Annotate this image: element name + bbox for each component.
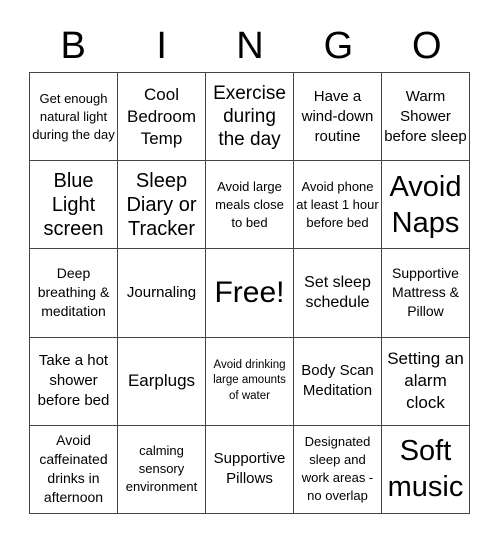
cell-text: Warm Shower before sleep (384, 87, 467, 145)
header-letter-i: I (156, 25, 167, 67)
cell-text: Body Scan Meditation (301, 362, 374, 400)
cell-text: Take a hot shower before bed (37, 352, 110, 410)
cell-text: Journaling (126, 283, 197, 301)
bingo-cell[interactable]: Supportive Mattress & Pillow (382, 249, 470, 338)
header-letter-b: B (60, 25, 86, 67)
free-space[interactable]: Free! (206, 249, 294, 338)
bingo-cell[interactable]: Have a wind-down routine (294, 73, 382, 162)
bingo-cell[interactable]: Supportive Pillows (206, 425, 294, 514)
bingo-cell[interactable]: Soft music (382, 425, 470, 514)
cell-text: Set sleep schedule (304, 273, 371, 311)
header-letter-n: N (236, 25, 264, 67)
bingo-cell[interactable]: Take a hot shower before bed (30, 337, 118, 426)
bingo-cell[interactable]: Cool Bedroom Temp (118, 73, 206, 162)
cell-text: calming sensory environment (125, 443, 198, 495)
cell-text: Earplugs (127, 371, 196, 391)
bingo-cell[interactable]: Body Scan Meditation (294, 337, 382, 426)
cell-text: Have a wind-down routine (301, 87, 374, 145)
bingo-cell[interactable]: Journaling (118, 249, 206, 338)
cell-text: Exercise during the day (213, 83, 286, 151)
cell-text: Setting an alarm clock (387, 349, 464, 413)
cell-text: Soft music (387, 435, 464, 504)
bingo-cell[interactable]: Avoid Naps (382, 161, 470, 250)
bingo-cell[interactable]: Designated sleep and work areas - no ove… (294, 425, 382, 514)
bingo-cell[interactable]: Set sleep schedule (294, 249, 382, 338)
bingo-cell[interactable]: Warm Shower before sleep (382, 73, 470, 162)
cell-text: Free! (214, 275, 285, 309)
cell-text: Avoid drinking large amounts of water (213, 358, 286, 402)
bingo-cell[interactable]: Setting an alarm clock (382, 337, 470, 426)
cell-text: Supportive Mattress & Pillow (392, 265, 459, 320)
bingo-cell[interactable]: Avoid caffeinated drinks in afternoon (30, 425, 118, 514)
cell-text: Designated sleep and work areas - no ove… (301, 434, 374, 504)
bingo-header: B I N G O (29, 22, 471, 70)
cell-text: Get enough natural light during the day (32, 90, 115, 142)
cell-text: Cool Bedroom Temp (127, 84, 196, 148)
bingo-cell[interactable]: Exercise during the day (206, 73, 294, 162)
bingo-cell[interactable]: Avoid drinking large amounts of water (206, 337, 294, 426)
cell-text: Avoid large meals close to bed (215, 178, 284, 230)
cell-text: Avoid phone at least 1 hour before bed (296, 178, 379, 230)
cell-text: Supportive Pillows (213, 450, 286, 488)
bingo-cell[interactable]: Deep breathing & meditation (30, 249, 118, 338)
cell-text: Blue Light screen (43, 169, 104, 240)
header-letter-o: O (412, 25, 442, 67)
cell-text: Avoid Naps (389, 170, 462, 239)
cell-text: Deep breathing & meditation (37, 265, 110, 320)
bingo-cell[interactable]: Blue Light screen (30, 161, 118, 250)
bingo-cell[interactable]: Earplugs (118, 337, 206, 426)
cell-text: Avoid caffeinated drinks in afternoon (39, 432, 108, 506)
cell-text: Sleep Diary or Tracker (126, 169, 197, 240)
bingo-grid: Get enough natural light during the day … (29, 72, 470, 514)
bingo-cell[interactable]: Get enough natural light during the day (30, 73, 118, 162)
header-letter-g: G (323, 25, 354, 67)
bingo-cell[interactable]: calming sensory environment (118, 425, 206, 514)
bingo-cell[interactable]: Avoid large meals close to bed (206, 161, 294, 250)
bingo-cell[interactable]: Sleep Diary or Tracker (118, 161, 206, 250)
bingo-cell[interactable]: Avoid phone at least 1 hour before bed (294, 161, 382, 250)
